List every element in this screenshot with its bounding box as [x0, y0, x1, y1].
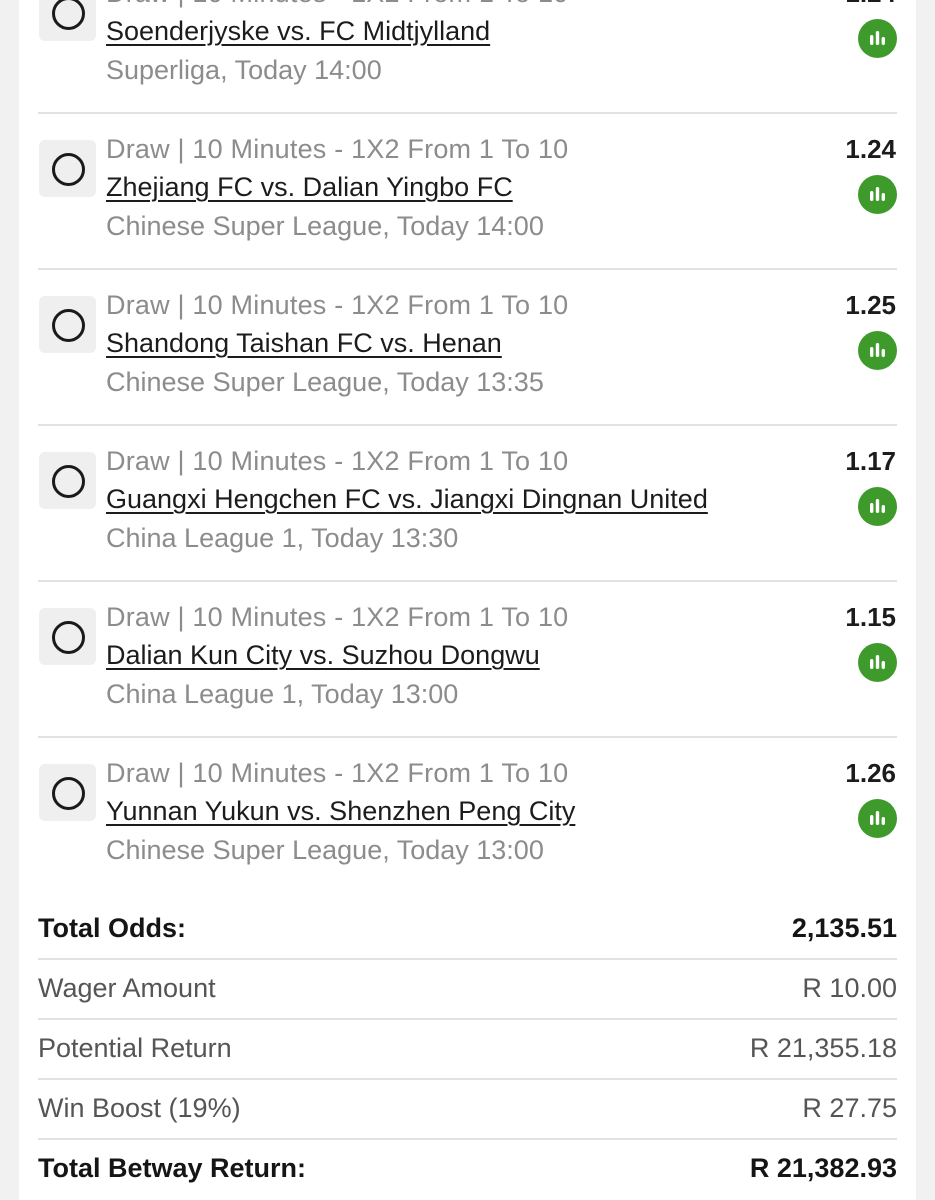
stats-button[interactable] [858, 487, 897, 526]
potential-return-label: Potential Return [38, 1033, 232, 1063]
stats-button[interactable] [858, 175, 897, 214]
match-link[interactable]: Soenderjyske vs. FC Midtjylland [106, 16, 490, 47]
total-return-value: R 21,382.93 [749, 1153, 897, 1183]
bar-chart-icon [870, 31, 885, 45]
selection-radio-button[interactable] [39, 452, 96, 509]
potential-return-row: Potential Return R 21,355.18 [38, 1020, 897, 1080]
wager-amount-value: R 10.00 [802, 973, 897, 1003]
match-link[interactable]: Yunnan Yukun vs. Shenzhen Peng City [106, 796, 575, 827]
odds-value: 1.24 [845, 0, 896, 9]
stats-button[interactable] [858, 19, 897, 58]
bet-selection: Draw | 10 Minutes - 1X2 From 1 To 10 Sha… [19, 270, 916, 426]
odds-value: 1.24 [845, 134, 896, 164]
total-return-label: Total Betway Return: [38, 1153, 307, 1183]
bar-chart-icon [870, 655, 885, 669]
radio-circle-icon [52, 465, 85, 498]
league-time: China League 1, Today 13:00 [106, 679, 459, 709]
bet-selection: Draw | 10 Minutes - 1X2 From 1 To 10 Zhe… [19, 114, 916, 270]
bar-chart-icon [870, 499, 885, 513]
match-link[interactable]: Guangxi Hengchen FC vs. Jiangxi Dingnan … [106, 484, 708, 515]
bet-selection: Draw | 10 Minutes - 1X2 From 1 To 10 Dal… [19, 582, 916, 738]
radio-circle-icon [52, 309, 85, 342]
selection-radio-button[interactable] [39, 0, 96, 41]
stats-button[interactable] [858, 643, 897, 682]
win-boost-row: Win Boost (19%) R 27.75 [38, 1080, 897, 1140]
market-name: Draw | 10 Minutes - 1X2 From 1 To 10 [106, 0, 568, 9]
stats-button[interactable] [858, 799, 897, 838]
market-name: Draw | 10 Minutes - 1X2 From 1 To 10 [106, 134, 569, 164]
bar-chart-icon [870, 811, 885, 825]
stats-button[interactable] [858, 331, 897, 370]
league-time: China League 1, Today 13:30 [106, 523, 459, 553]
odds-value: 1.17 [845, 446, 896, 476]
market-name: Draw | 10 Minutes - 1X2 From 1 To 10 [106, 602, 569, 632]
bar-chart-icon [870, 187, 885, 201]
total-odds-row: Total Odds: 2,135.51 [38, 900, 897, 960]
league-time: Chinese Super League, Today 13:00 [106, 835, 544, 865]
league-time: Superliga, Today 14:00 [106, 55, 382, 85]
market-name: Draw | 10 Minutes - 1X2 From 1 To 10 [106, 758, 569, 788]
odds-value: 1.26 [845, 758, 896, 788]
market-name: Draw | 10 Minutes - 1X2 From 1 To 10 [106, 446, 569, 476]
wager-amount-row: Wager Amount R 10.00 [38, 960, 897, 1020]
match-link[interactable]: Shandong Taishan FC vs. Henan [106, 328, 502, 359]
radio-circle-icon [52, 777, 85, 810]
radio-circle-icon [52, 621, 85, 654]
match-link[interactable]: Zhejiang FC vs. Dalian Yingbo FC [106, 172, 513, 203]
radio-circle-icon [52, 0, 85, 30]
bar-chart-icon [870, 343, 885, 357]
league-time: Chinese Super League, Today 13:35 [106, 367, 544, 397]
potential-return-value: R 21,355.18 [749, 1033, 897, 1063]
bet-selection: Draw | 10 Minutes - 1X2 From 1 To 10 Gua… [19, 426, 916, 582]
selection-radio-button[interactable] [39, 140, 96, 197]
bet-selection: Draw | 10 Minutes - 1X2 From 1 To 10 Soe… [19, 0, 916, 114]
league-time: Chinese Super League, Today 14:00 [106, 211, 544, 241]
odds-value: 1.25 [845, 290, 896, 320]
odds-value: 1.15 [845, 602, 896, 632]
bet-selection: Draw | 10 Minutes - 1X2 From 1 To 10 Yun… [19, 738, 916, 894]
total-odds-label: Total Odds: [38, 913, 186, 943]
wager-amount-label: Wager Amount [38, 973, 216, 1003]
win-boost-label: Win Boost (19%) [38, 1093, 241, 1123]
selection-radio-button[interactable] [39, 764, 96, 821]
match-link[interactable]: Dalian Kun City vs. Suzhou Dongwu [106, 640, 540, 671]
total-odds-value: 2,135.51 [791, 913, 897, 943]
betslip-card: Draw | 10 Minutes - 1X2 From 1 To 10 Soe… [19, 0, 916, 1200]
selection-radio-button[interactable] [39, 608, 96, 665]
total-return-row: Total Betway Return: R 21,382.93 [38, 1140, 897, 1200]
radio-circle-icon [52, 153, 85, 186]
selection-radio-button[interactable] [39, 296, 96, 353]
market-name: Draw | 10 Minutes - 1X2 From 1 To 10 [106, 290, 569, 320]
win-boost-value: R 27.75 [802, 1093, 897, 1123]
